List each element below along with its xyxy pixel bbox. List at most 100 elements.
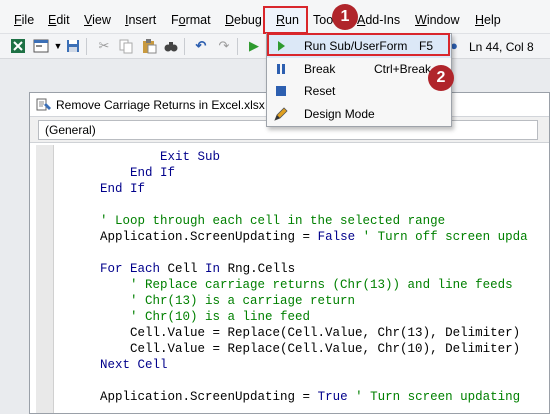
toolbar-separator [86,38,87,55]
menu-run-label: un [285,13,299,27]
code-text: Cell.Value = Replace(Cell.Value, Chr(13)… [130,326,521,340]
menu-bar: File Edit View Insert Format Debug Run T… [0,0,550,34]
menu-tools-label: Too [313,13,334,27]
menu-item-label: Design Mode [304,107,375,121]
module-icon [36,97,52,113]
menu-debug[interactable]: Debug [225,12,262,28]
code-comment: ' Turn off screen upda [355,230,528,244]
insert-userform-icon[interactable] [33,38,49,54]
menu-format-label-b: rmat [185,13,211,27]
menu-tools[interactable]: Too [313,12,333,28]
code-line: ' Replace carriage returns (Chr(13)) and… [70,277,513,293]
code-line: Cell.Value = Replace(Cell.Value, Chr(13)… [70,325,520,341]
menu-view-accel: V [84,13,93,27]
menu-view-label: iew [92,13,111,27]
menu-item-label: Reset [304,84,336,98]
code-line: ' Chr(13) is a carriage return [70,293,355,309]
toolbar-separator [237,38,238,55]
code-keyword: Next Cell [100,358,168,372]
code-comment: ' Loop through each cell in the selected… [100,214,446,228]
menu-file[interactable]: File [14,12,34,28]
cursor-position: Ln 44, Col 8 [469,40,534,54]
menu-add-ins-label: dd-Ins [365,13,401,27]
menu-file-accel: F [14,13,22,27]
menu-help[interactable]: Help [475,12,501,28]
step-badge-2: 2 [428,65,454,91]
menu-format-accel: o [178,13,186,27]
menu-edit[interactable]: Edit [48,12,70,28]
code-text: Rng.Cells [220,262,296,276]
code-comment: ' Chr(13) is a carriage return [130,294,356,308]
menu-window-label: indow [426,13,460,27]
menu-file-label: ile [21,13,35,27]
code-editor[interactable]: Exit Sub End If End If ' Loop through ea… [70,149,550,414]
cut-icon[interactable]: ✂ [96,38,112,54]
find-icon[interactable] [163,38,179,54]
run-sub-highlight [267,33,450,56]
menu-format[interactable]: Format [171,12,211,28]
menu-help-label: elp [484,13,501,27]
code-text: Cell [160,262,206,276]
chevron-down-icon[interactable]: ▼ [50,38,66,54]
copy-icon[interactable] [118,38,134,54]
menu-item-break[interactable]: Break Ctrl+Break [267,58,451,81]
code-line: ' Chr(10) is a line feed [70,309,310,325]
menu-add-ins[interactable]: Add-Ins [357,12,400,28]
code-text: Cell.Value = Replace(Cell.Value, Chr(10)… [130,342,521,356]
menu-format-label-a: F [171,13,179,27]
menu-run[interactable]: Run [276,12,299,28]
code-line: Application.ScreenUpdating = False ' Tur… [70,229,528,245]
menu-help-accel: H [475,13,485,27]
design-mode-icon [273,106,289,122]
stop-icon [273,83,289,99]
menu-view[interactable]: View [84,12,111,28]
code-keyword: False [317,230,356,244]
code-comment: ' Turn screen updating [347,390,521,404]
code-text: End If [130,166,176,180]
menu-insert-label: nsert [128,13,157,27]
redo-icon[interactable]: ↷ [216,38,232,54]
code-line: For Each Cell In Rng.Cells [70,261,295,277]
code-comment: ' Chr(10) is a line feed [130,310,311,324]
menu-item-design-mode[interactable]: Design Mode [267,103,451,126]
code-line: Application.ScreenUpdating = True ' Turn… [70,389,520,405]
code-window-title: Remove Carriage Returns in Excel.xlsx - … [56,98,286,112]
menu-run-accel: R [276,13,286,27]
run-icon[interactable]: ▶ [246,38,262,54]
code-text: Exit Sub [160,150,221,164]
menu-debug-label: ebug [234,13,262,27]
menu-insert[interactable]: Insert [125,12,156,28]
code-text: Application.ScreenUpdating = [100,390,318,404]
menu-item-reset[interactable]: Reset [267,80,451,103]
menu-item-label: Break [304,62,336,76]
toolbar-separator [184,38,185,55]
menu-window-accel: W [415,13,427,27]
code-keyword: True [317,390,348,404]
margin-indicator-bar[interactable] [36,145,54,413]
object-dropdown-value: (General) [45,123,96,137]
menu-debug-accel: D [225,13,235,27]
undo-icon[interactable]: ↶ [193,38,209,54]
save-icon[interactable] [65,38,81,54]
excel-icon[interactable] [10,38,26,54]
paste-icon[interactable] [141,38,157,54]
code-line: End If [70,181,145,197]
menu-edit-label: dit [56,13,70,27]
pause-icon [273,61,289,77]
code-keyword: In [205,262,221,276]
code-text: End If [100,182,146,196]
code-line: Next Cell [70,357,168,373]
menu-window[interactable]: Window [415,12,459,28]
